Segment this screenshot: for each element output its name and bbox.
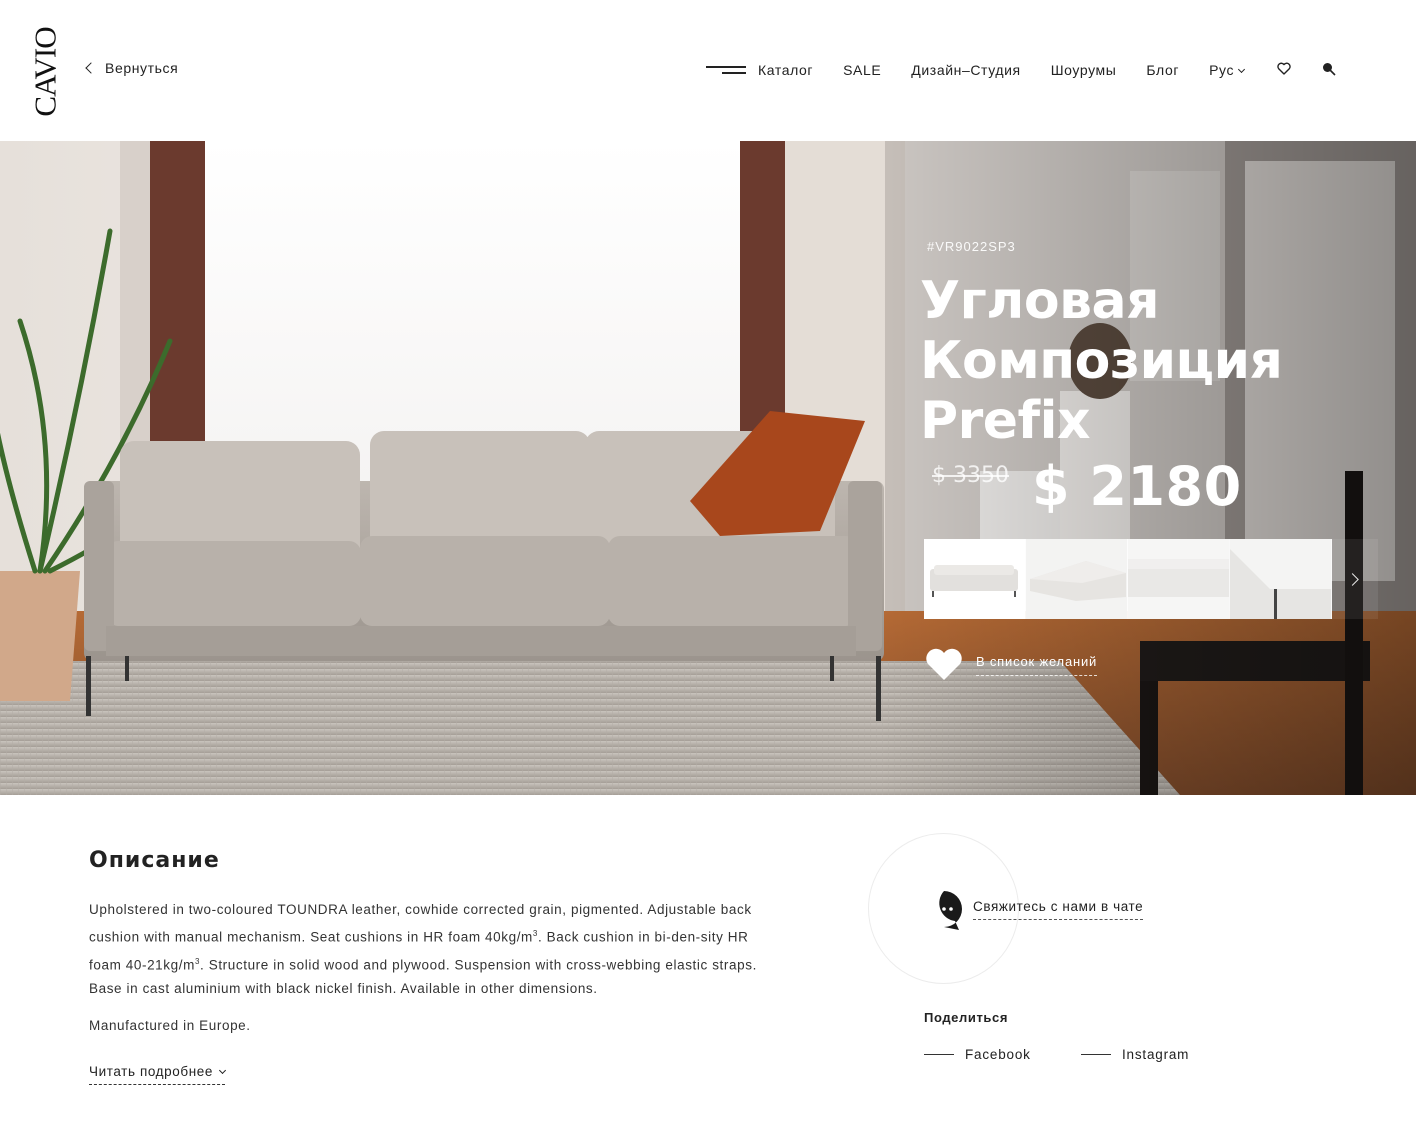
logo-text: CAVIO (28, 27, 64, 117)
language-select[interactable]: Рус (1209, 62, 1246, 78)
description-title: Описание (89, 848, 220, 873)
share-instagram-link[interactable]: Instagram (1081, 1047, 1189, 1062)
thumbnails-next-button[interactable] (1332, 539, 1378, 619)
nav-item-showrooms[interactable]: Шоурумы (1051, 62, 1117, 78)
main-nav: Каталог SALE Дизайн–Студия Шоурумы Блог … (706, 58, 1246, 82)
wishlist-label: В список желаний (976, 654, 1098, 676)
product-title: Угловая Композиция Prefix (920, 271, 1283, 451)
thumbnail-strip (924, 539, 1332, 619)
menu-icon[interactable] (706, 63, 746, 77)
thumbnail-3[interactable] (1128, 539, 1229, 619)
read-more-label: Читать подробнее (89, 1064, 213, 1079)
chat-link[interactable]: Свяжитесь с нами в чате (973, 899, 1144, 920)
nav-item-design-studio[interactable]: Дизайн–Студия (911, 62, 1020, 78)
chevron-left-icon (85, 62, 97, 74)
add-to-wishlist-button[interactable]: В список желаний (924, 648, 1098, 682)
chevron-down-icon (218, 1066, 227, 1075)
nav-item-sale[interactable]: SALE (843, 62, 881, 78)
language-label: Рус (1209, 62, 1235, 78)
share-title: Поделиться (924, 1010, 1009, 1025)
product-sku: #VR9022SP3 (927, 239, 1016, 254)
chat-icon[interactable] (925, 890, 963, 930)
read-more-link[interactable]: Читать подробнее (89, 1064, 227, 1085)
nav-item-catalog[interactable]: Каталог (758, 62, 813, 78)
dash-decoration (924, 1054, 954, 1055)
dash-decoration (1081, 1054, 1111, 1055)
heart-icon[interactable] (1277, 62, 1291, 75)
current-price: $ 2180 (1032, 455, 1242, 518)
nav-item-blog[interactable]: Блог (1146, 62, 1179, 78)
product-hero: #VR9022SP3 Угловая Композиция Prefix $ 3… (0, 141, 1416, 795)
thumbnail-2[interactable] (1026, 539, 1127, 619)
heart-icon (926, 648, 962, 680)
search-icon[interactable] (1321, 61, 1337, 77)
description-origin: Manufactured in Europe. (89, 1018, 251, 1033)
site-header: CAVIO Вернуться Каталог SALE Дизайн–Студ… (0, 0, 1416, 141)
share-facebook-link[interactable]: Facebook (924, 1047, 1031, 1062)
old-price: $ 3350 (932, 463, 1009, 488)
thumbnail-4[interactable] (1230, 539, 1331, 619)
chevron-down-icon (1238, 65, 1246, 74)
back-link[interactable]: Вернуться (84, 60, 178, 76)
thumbnail-1[interactable] (924, 539, 1025, 619)
chevron-right-icon (1345, 572, 1359, 586)
facebook-label: Facebook (965, 1047, 1031, 1062)
instagram-label: Instagram (1122, 1047, 1190, 1062)
logo[interactable]: CAVIO (18, 26, 74, 118)
back-label: Вернуться (105, 60, 179, 76)
description-text: Upholstered in two-coloured TOUNDRA leat… (89, 902, 757, 996)
